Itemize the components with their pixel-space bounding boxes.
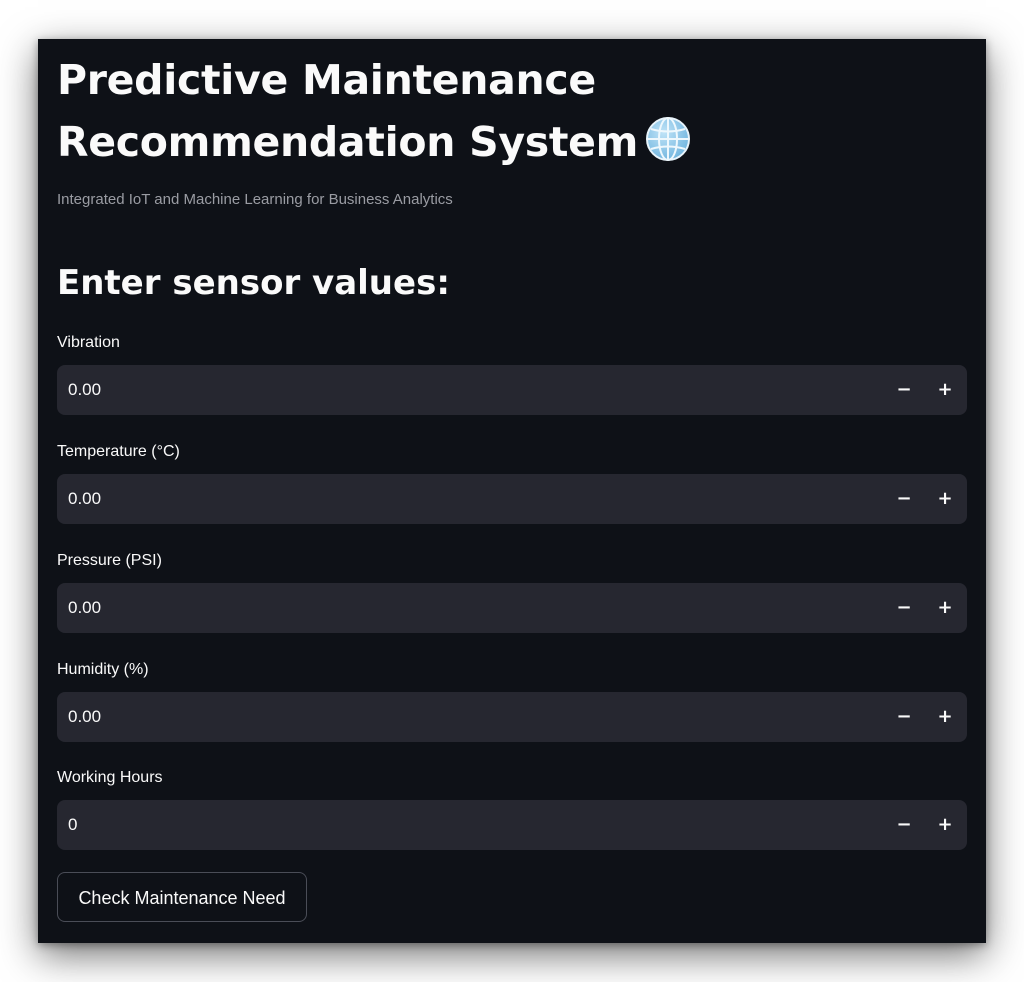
humidity-label: Humidity (%)	[57, 661, 149, 678]
check-maintenance-button[interactable]: Check Maintenance Need	[57, 872, 307, 922]
working-hours-label: Working Hours	[57, 769, 163, 786]
app-window: Predictive Maintenance Recommendation Sy…	[38, 39, 986, 943]
globe-icon	[646, 117, 691, 161]
pressure-decrement-button[interactable]: −	[888, 592, 920, 624]
temperature-decrement-button[interactable]: −	[888, 483, 920, 515]
page-subtitle: Integrated IoT and Machine Learning for …	[57, 191, 453, 208]
temperature-value[interactable]: 0.00	[68, 474, 101, 524]
vibration-value[interactable]: 0.00	[68, 365, 101, 415]
working-hours-value[interactable]: 0	[68, 800, 77, 850]
vibration-decrement-button[interactable]: −	[888, 374, 920, 406]
humidity-value[interactable]: 0.00	[68, 692, 101, 742]
pressure-increment-button[interactable]: +	[929, 592, 961, 624]
vibration-input[interactable]: 0.00 − +	[57, 365, 967, 415]
humidity-decrement-button[interactable]: −	[888, 701, 920, 733]
temperature-input[interactable]: 0.00 − +	[57, 474, 967, 524]
temperature-increment-button[interactable]: +	[929, 483, 961, 515]
working-hours-increment-button[interactable]: +	[929, 809, 961, 841]
pressure-input[interactable]: 0.00 − +	[57, 583, 967, 633]
vibration-increment-button[interactable]: +	[929, 374, 961, 406]
humidity-input[interactable]: 0.00 − +	[57, 692, 967, 742]
page-title-text: Predictive Maintenance Recommendation Sy…	[57, 56, 639, 166]
form-heading: Enter sensor values:	[57, 263, 450, 303]
pressure-value[interactable]: 0.00	[68, 583, 101, 633]
humidity-increment-button[interactable]: +	[929, 701, 961, 733]
pressure-label: Pressure (PSI)	[57, 552, 162, 569]
vibration-label: Vibration	[57, 334, 120, 351]
working-hours-decrement-button[interactable]: −	[888, 809, 920, 841]
temperature-label: Temperature (°C)	[57, 443, 180, 460]
page-title: Predictive Maintenance Recommendation Sy…	[57, 49, 777, 173]
working-hours-input[interactable]: 0 − +	[57, 800, 967, 850]
